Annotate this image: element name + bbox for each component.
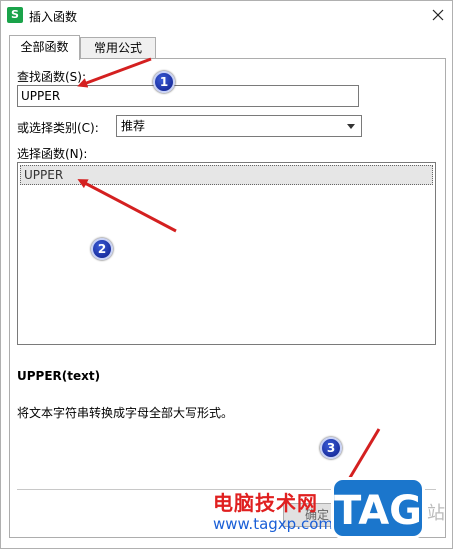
watermark-trailing-text: 站 — [427, 503, 445, 524]
arrow-to-function-item — [77, 179, 177, 233]
tab-all-functions[interactable]: 全部函数 — [9, 35, 80, 60]
watermark-site-name: 电脑技术网 — [213, 491, 318, 515]
arrow-to-search-input — [77, 57, 152, 88]
annotation-arrows — [77, 57, 381, 505]
insert-function-dialog: S 插入函数 全部函数 常用公式 查找函数(S): UPPER 或选择类别(C)… — [0, 0, 453, 549]
watermark-badge: TAG — [331, 477, 425, 539]
watermark-url: www.tagxp.com — [213, 515, 333, 533]
